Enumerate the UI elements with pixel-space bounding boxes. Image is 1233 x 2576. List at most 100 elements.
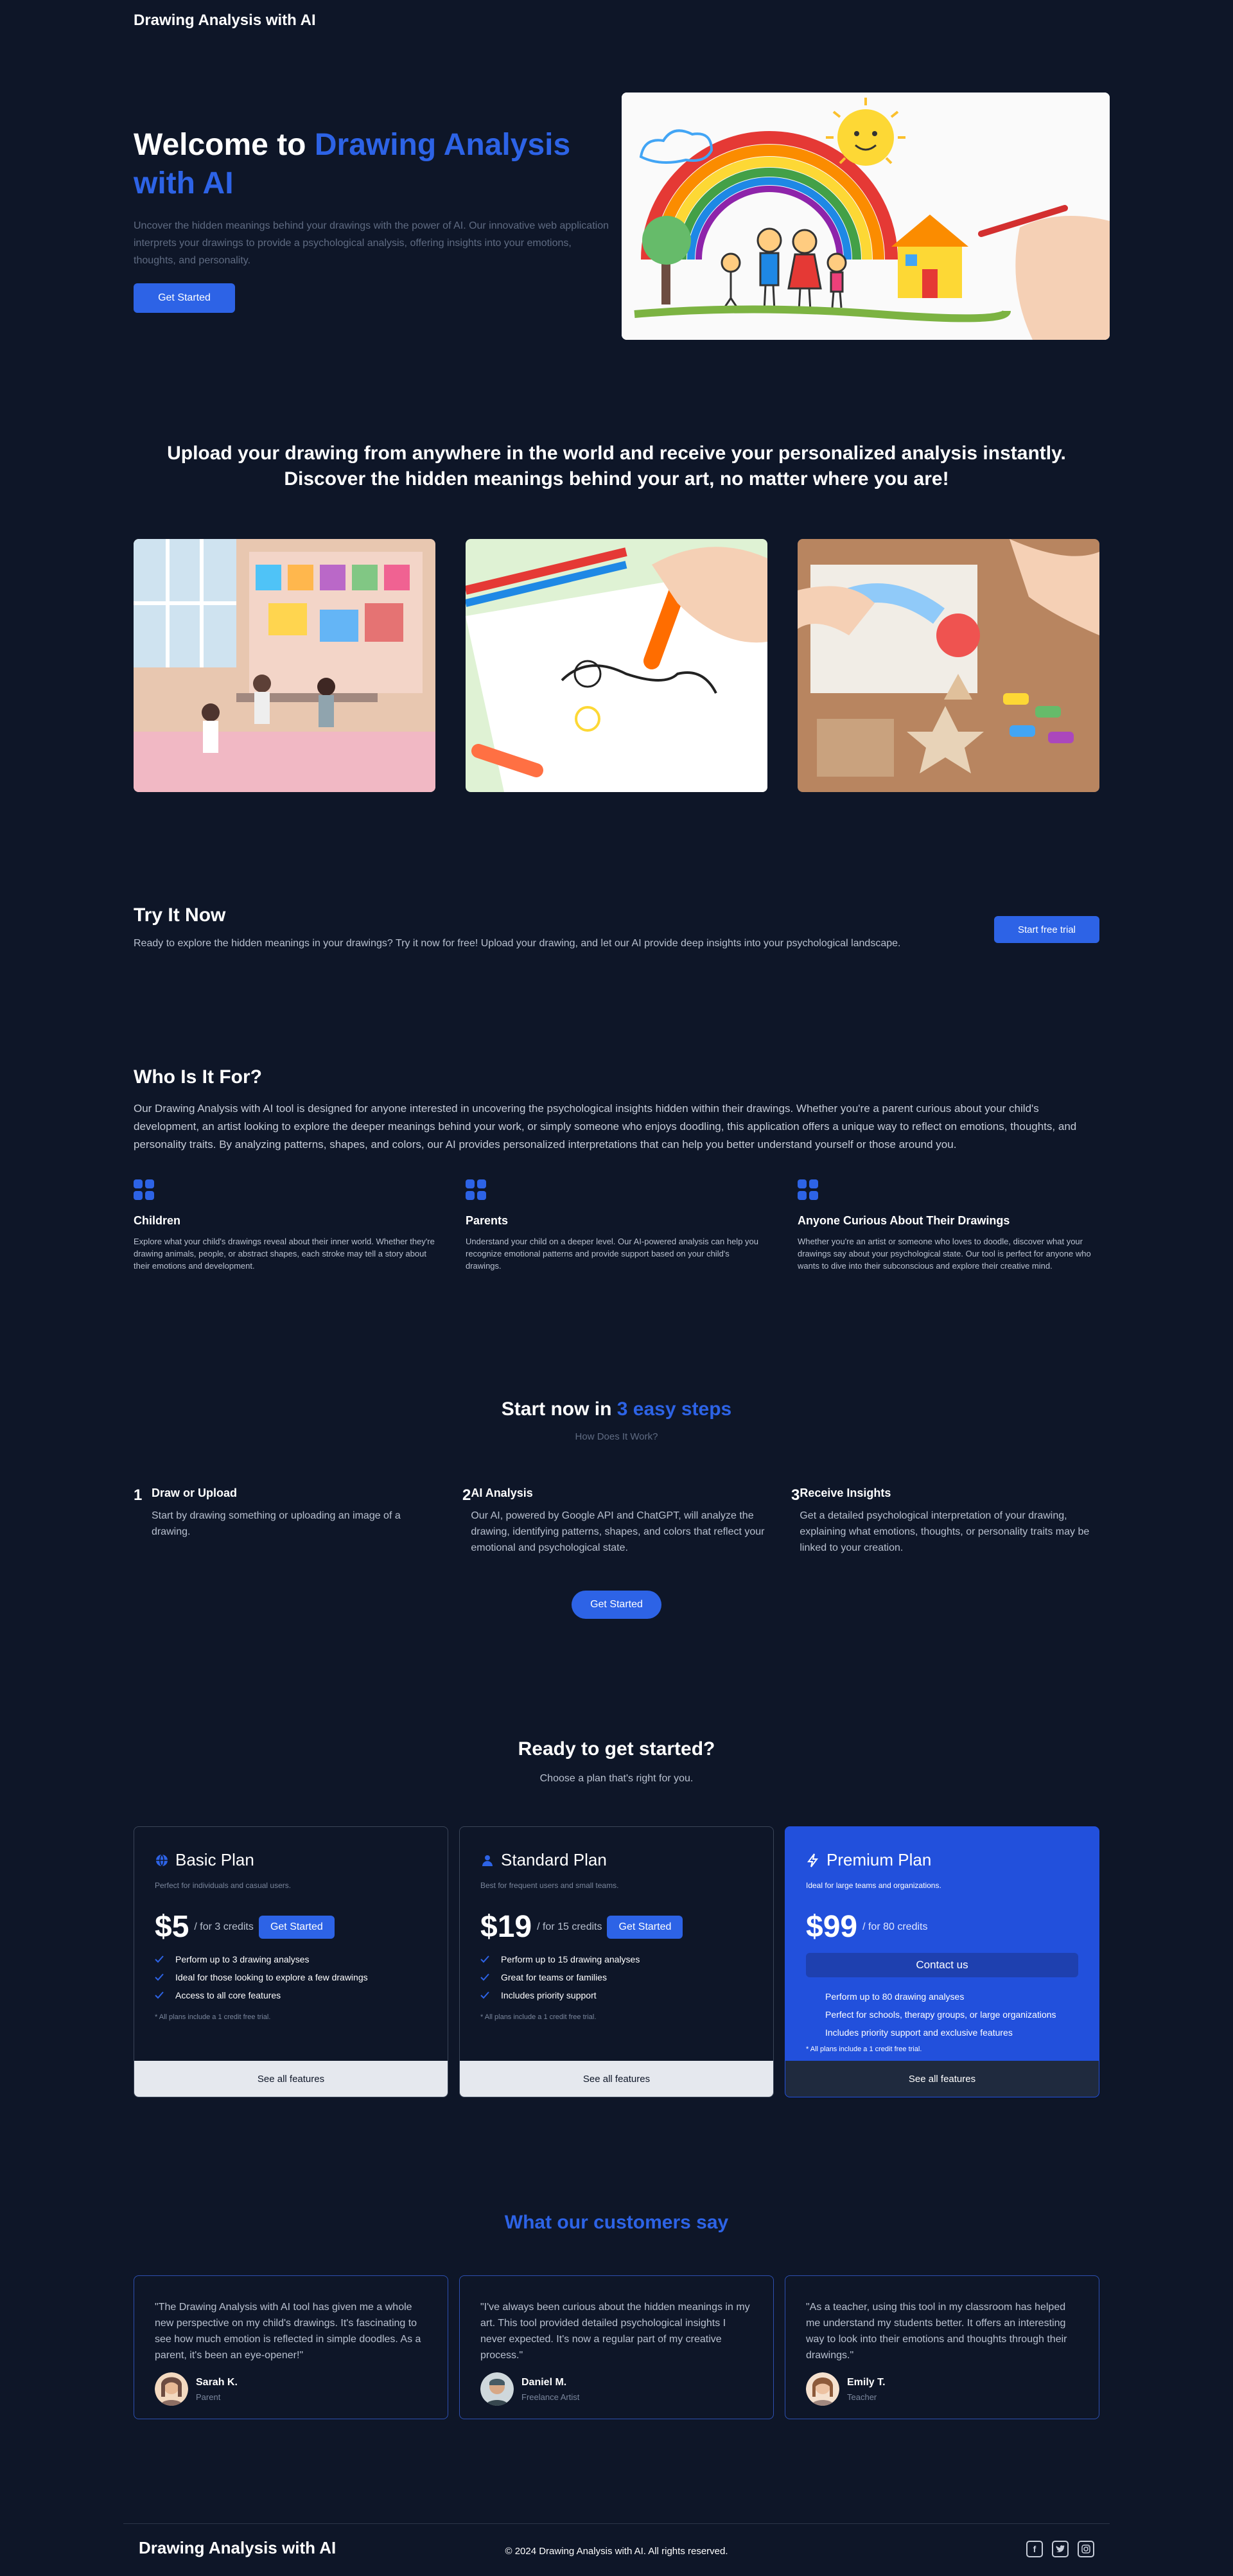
- audience-title: Children: [134, 1214, 181, 1227]
- plan-credits: / for 3 credits: [194, 1921, 254, 1932]
- plan-credits: / for 15 credits: [537, 1921, 602, 1932]
- plan-note: * All plans include a 1 credit free tria…: [806, 2045, 922, 2053]
- basic-get-started-button[interactable]: Get Started: [258, 1915, 335, 1939]
- plan-card-basic: Basic Plan Perfect for individuals and c…: [134, 1826, 448, 2097]
- plan-price: $5: [155, 1910, 189, 1944]
- step-item: 3 Receive Insights Get a detailed psycho…: [791, 1486, 1099, 1556]
- feature-text: Ideal for those looking to explore a few…: [175, 1972, 368, 1982]
- instagram-icon[interactable]: [1078, 2541, 1094, 2557]
- plan-header: Premium Plan: [806, 1850, 931, 1870]
- step-text: Start by drawing something or uploading …: [151, 1510, 401, 1537]
- contact-us-button[interactable]: Contact us: [806, 1953, 1078, 1977]
- see-all-features-button[interactable]: See all features: [460, 2061, 773, 2097]
- testimonial-quote: "I've always been curious about the hidd…: [480, 2302, 750, 2361]
- check-icon: [480, 1991, 491, 1999]
- see-all-features-button[interactable]: See all features: [785, 2061, 1099, 2097]
- price-row: $5 / for 3 credits Get Started: [155, 1909, 335, 1945]
- hero-image: [622, 93, 1110, 340]
- feature-item: Great for teams or families: [480, 1968, 640, 1986]
- feature-item: Access to all core features: [155, 1986, 368, 2004]
- feature-text: Perform up to 3 drawing analyses: [175, 1954, 310, 1964]
- plan-name: Premium Plan: [826, 1850, 932, 1869]
- standard-get-started-button[interactable]: Get Started: [607, 1915, 683, 1939]
- feature-item: Perform up to 80 drawing analyses: [825, 1988, 1056, 2006]
- site-footer: Drawing Analysis with AI © 2024 Drawing …: [123, 2523, 1110, 2576]
- check-icon: [155, 1991, 165, 1999]
- testimonial-author: Emily T. Teacher: [806, 2372, 1078, 2406]
- audience-item-anyone: Anyone Curious About Their Drawings Whet…: [798, 1179, 1099, 1272]
- plan-card-standard: Standard Plan Best for frequent users an…: [459, 1826, 774, 2097]
- upload-section-title: Upload your drawing from anywhere in the…: [0, 441, 1233, 492]
- twitter-icon[interactable]: [1052, 2541, 1069, 2557]
- plan-card-premium: Premium Plan Ideal for large teams and o…: [785, 1826, 1099, 2097]
- classroom-photo: [134, 539, 435, 792]
- who-title: Who Is It For?: [134, 1066, 262, 1088]
- plan-note: * All plans include a 1 credit free tria…: [155, 2013, 271, 2021]
- check-icon: [480, 1973, 491, 1981]
- audience-item-children: Children Explore what your child's drawi…: [134, 1179, 435, 1272]
- testimonial-card: "As a teacher, using this tool in my cla…: [785, 2275, 1099, 2419]
- step-title: AI Analysis: [471, 1486, 533, 1499]
- author-role: Teacher: [847, 2392, 877, 2402]
- hero-title: Welcome to Drawing Analysis with AI: [134, 126, 622, 203]
- photo-gallery: [134, 539, 1099, 792]
- audience-item-parents: Parents Understand your child on a deepe…: [466, 1179, 767, 1272]
- author-name: Emily T.: [847, 2376, 886, 2388]
- feature-item: Ideal for those looking to explore a few…: [155, 1968, 368, 1986]
- check-icon: [480, 1955, 491, 1963]
- feature-text: Perform up to 80 drawing analyses: [825, 1991, 965, 2002]
- crafting-photo: [798, 539, 1099, 792]
- audience-list: Children Explore what your child's drawi…: [134, 1179, 1099, 1272]
- steps-get-started-button[interactable]: Get Started: [572, 1591, 661, 1619]
- avatar: [155, 2372, 188, 2406]
- author-role: Parent: [196, 2392, 221, 2402]
- step-item: 2 AI Analysis Our AI, powered by Google …: [462, 1486, 771, 1556]
- try-it-now-text: Ready to explore the hidden meanings in …: [134, 938, 901, 949]
- site-header: Drawing Analysis with AI: [134, 0, 1099, 45]
- testimonial-quote: "The Drawing Analysis with AI tool has g…: [155, 2302, 421, 2361]
- testimonial-quote: "As a teacher, using this tool in my cla…: [806, 2302, 1067, 2361]
- facebook-icon[interactable]: f: [1026, 2541, 1043, 2557]
- step-body: Draw or Upload Start by drawing somethin…: [152, 1486, 442, 1556]
- feature-text: Includes priority support: [501, 1990, 597, 2000]
- step-text: Get a detailed psychological interpretat…: [800, 1510, 1090, 1553]
- pricing-subtitle: Choose a plan that's right for you.: [539, 1773, 694, 1784]
- feature-text: Access to all core features: [175, 1990, 281, 2000]
- testimonial-card: "The Drawing Analysis with AI tool has g…: [134, 2275, 448, 2419]
- grid-icon: [466, 1179, 486, 1200]
- plan-name: Standard Plan: [501, 1850, 607, 1869]
- plan-name: Basic Plan: [175, 1850, 254, 1869]
- step-body: Receive Insights Get a detailed psycholo…: [800, 1486, 1099, 1556]
- plan-credits: / for 80 credits: [862, 1921, 928, 1932]
- see-all-features-button[interactable]: See all features: [134, 2061, 448, 2097]
- testimonial-author: Sarah K. Parent: [155, 2372, 427, 2406]
- hero-title-prefix: Welcome to: [134, 128, 315, 162]
- audience-text: Explore what your child's drawings revea…: [134, 1237, 435, 1271]
- who-is-it-for-section: Who Is It For? Our Drawing Analysis with…: [134, 1066, 1099, 1272]
- testimonials-list: "The Drawing Analysis with AI tool has g…: [134, 2275, 1099, 2419]
- start-free-trial-button[interactable]: Start free trial: [994, 916, 1099, 943]
- steps-title-prefix: Start now in: [501, 1398, 617, 1420]
- plan-price: $19: [480, 1910, 532, 1944]
- plan-description: Ideal for large teams and organizations.: [806, 1881, 941, 1890]
- step-text: Our AI, powered by Google API and ChatGP…: [471, 1510, 765, 1553]
- step-number: 3: [791, 1486, 800, 1504]
- feature-list: Perform up to 3 drawing analyses Ideal f…: [155, 1950, 368, 2004]
- hero-copy: Welcome to Drawing Analysis with AI Unco…: [134, 126, 622, 313]
- grid-icon: [798, 1179, 818, 1200]
- try-it-now-section: Try It Now Ready to explore the hidden m…: [134, 904, 1099, 949]
- hero-section: Welcome to Drawing Analysis with AI Unco…: [134, 93, 1110, 340]
- avatar: [480, 2372, 514, 2406]
- brand-logo-text[interactable]: Drawing Analysis with AI: [134, 12, 316, 30]
- copyright-text: © 2024 Drawing Analysis with AI. All rig…: [505, 2546, 728, 2557]
- plan-description: Perfect for individuals and casual users…: [155, 1881, 292, 1890]
- feature-item: Perfect for schools, therapy groups, or …: [825, 2006, 1056, 2024]
- child-coloring-illustration: [466, 539, 767, 792]
- feature-text: Perfect for schools, therapy groups, or …: [825, 2009, 1056, 2020]
- who-lead-text: Our Drawing Analysis with AI tool is des…: [134, 1102, 1077, 1151]
- feature-item: Includes priority support and exclusive …: [825, 2024, 1056, 2042]
- steps-title: Start now in 3 easy steps: [0, 1398, 1233, 1420]
- step-body: AI Analysis Our AI, powered by Google AP…: [471, 1486, 771, 1556]
- hero-get-started-button[interactable]: Get Started: [134, 283, 235, 313]
- social-links: f: [1026, 2541, 1094, 2557]
